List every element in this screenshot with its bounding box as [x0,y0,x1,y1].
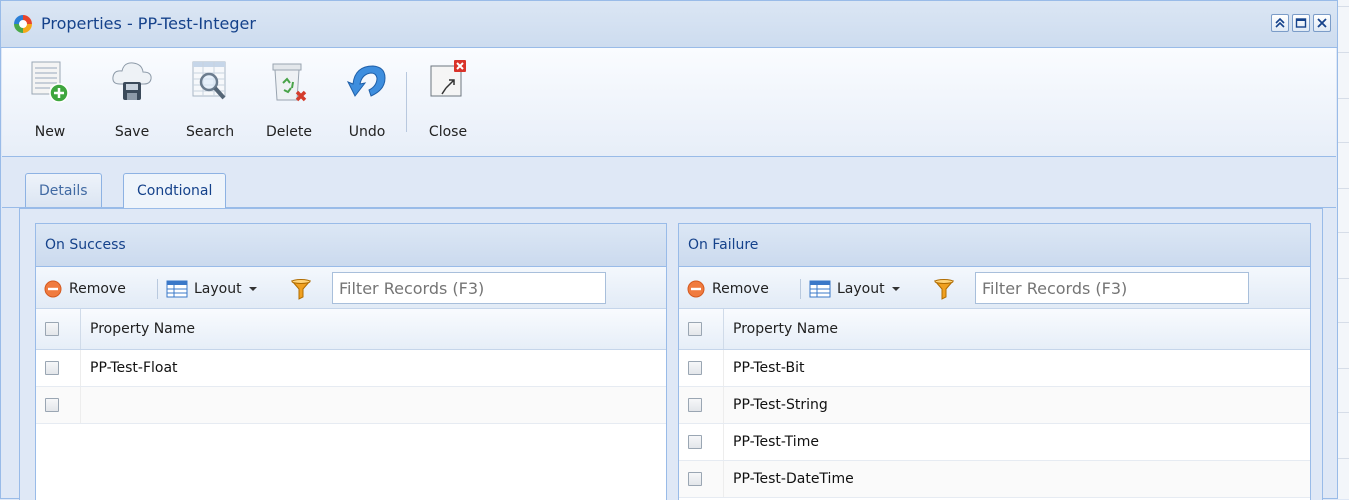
filter-button[interactable] [933,278,955,300]
layout-grid-icon [166,280,188,298]
remove-button[interactable]: Remove [687,278,769,300]
on-failure-panel: On Failure Remove Layout Filter Records … [678,223,1311,500]
collapse-button[interactable] [1271,14,1289,32]
window-title: Properties - PP-Test-Integer [41,14,256,33]
property-name-cell: PP-Test-Bit [733,360,805,376]
row-checkbox[interactable] [688,435,702,449]
save-button[interactable]: Save [109,58,155,140]
new-record-icon [31,61,69,103]
row-checkbox[interactable] [688,472,702,486]
remove-button[interactable]: Remove [44,278,126,300]
undo-button[interactable]: Undo [344,58,390,140]
remove-icon [44,280,62,298]
filter-records-input[interactable] [332,272,606,304]
row-checkbox[interactable] [688,398,702,412]
tab-strip: Details Condtional [2,157,1336,208]
on-success-panel: On Success Remove Layout Filter Records … [35,223,667,500]
close-label: Close [428,124,468,140]
property-name-cell: PP-Test-Float [90,360,178,376]
panel-toolbar: Remove Layout [36,267,666,309]
window-titlebar[interactable]: Properties - PP-Test-Integer [1,1,1337,48]
layout-grid-icon [809,280,831,298]
filter-button[interactable] [290,278,312,300]
remove-label: Remove [712,281,769,297]
layout-button[interactable]: Layout [809,278,902,300]
undo-label: Undo [348,124,386,140]
table-row[interactable]: PP-Test-String [679,387,1310,424]
select-all-checkbox[interactable] [688,322,702,336]
property-name-cell: PP-Test-DateTime [733,471,854,487]
column-header-property-name[interactable]: Property Name [733,321,838,337]
close-window-button[interactable] [1313,14,1331,32]
table-row[interactable]: PP-Test-Time [679,424,1310,461]
table-row[interactable]: PP-Test-Float [36,350,666,387]
grid-header: Property Name [36,309,666,350]
toolbar-separator [157,279,158,299]
save-label: Save [114,124,150,140]
column-header-property-name[interactable]: Property Name [90,321,195,337]
property-name-cell: PP-Test-String [733,397,828,413]
search-grid-icon [192,61,226,100]
filter-records-input[interactable] [975,272,1249,304]
table-row[interactable] [36,387,666,424]
tab-conditional[interactable]: Condtional [123,173,227,208]
double-chevron-up-icon [1275,17,1285,28]
tab-details[interactable]: Details [25,173,102,207]
table-row[interactable]: PP-Test-DateTime [679,461,1310,498]
select-all-checkbox[interactable] [45,322,59,336]
layout-label: Layout [837,281,885,297]
remove-icon [687,280,705,298]
close-icon [1317,18,1327,28]
close-window-icon [430,60,466,97]
new-button[interactable]: New [27,58,73,140]
cloud-save-icon [112,62,152,100]
grid-header: Property Name [679,309,1310,350]
remove-label: Remove [69,281,126,297]
property-name-cell: PP-Test-Time [733,434,819,450]
row-checkbox[interactable] [45,398,59,412]
properties-window: Properties - PP-Test-Integer New Save Se… [0,0,1338,500]
panel-title: On Failure [679,224,1310,267]
table-row[interactable]: PP-Test-Bit [679,350,1310,387]
panel-title: On Success [36,224,666,267]
main-toolbar: New Save Search Delete Undo Close [2,48,1336,157]
panel-toolbar: Remove Layout [679,267,1310,309]
layout-button[interactable]: Layout [166,278,259,300]
undo-arrow-icon [346,65,386,97]
search-button[interactable]: Search [186,58,235,140]
search-label: Search [186,124,235,140]
new-label: New [34,124,66,140]
maximize-button[interactable] [1292,14,1310,32]
dropdown-arrow-icon [248,287,257,291]
layout-label: Layout [194,281,242,297]
dropdown-arrow-icon [891,287,900,291]
funnel-filter-icon [933,279,955,300]
delete-label: Delete [266,124,312,140]
delete-button[interactable]: Delete [266,58,312,140]
row-checkbox[interactable] [688,361,702,375]
toolbar-separator [406,72,407,132]
maximize-icon [1295,18,1307,28]
funnel-filter-icon [290,279,312,300]
close-button[interactable]: Close [425,58,471,140]
recycle-bin-delete-icon [272,63,307,102]
app-logo-icon [14,15,32,33]
toolbar-separator [800,279,801,299]
row-checkbox[interactable] [45,361,59,375]
